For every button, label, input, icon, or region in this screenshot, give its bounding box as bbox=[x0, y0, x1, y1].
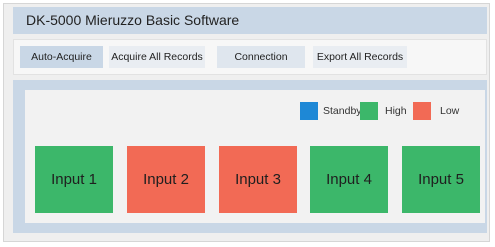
input-tile-2[interactable]: Input 2 bbox=[127, 146, 205, 213]
input-tile-1[interactable]: Input 1 bbox=[35, 146, 113, 213]
input-label: Input 1 bbox=[51, 171, 97, 188]
export-all-records-button[interactable]: Export All Records bbox=[313, 46, 407, 68]
input-tile-4[interactable]: Input 4 bbox=[310, 146, 388, 213]
auto-acquire-button[interactable]: Auto-Acquire bbox=[20, 46, 103, 68]
window-title: DK-5000 Mieruzzo Basic Software bbox=[26, 12, 240, 28]
input-label: Input 4 bbox=[326, 171, 372, 188]
input-label: Input 3 bbox=[235, 171, 281, 188]
input-label: Input 2 bbox=[143, 171, 189, 188]
legend: Standby High Low bbox=[25, 102, 485, 120]
input-label: Input 5 bbox=[418, 171, 464, 188]
input-tile-5[interactable]: Input 5 bbox=[402, 146, 480, 213]
legend-label-standby: Standby bbox=[323, 105, 362, 117]
toolbar: Auto-Acquire Acquire All Records Connect… bbox=[13, 39, 487, 75]
high-swatch bbox=[360, 102, 378, 120]
legend-label-high: High bbox=[385, 105, 407, 117]
legend-label-low: Low bbox=[440, 105, 460, 117]
input-tile-3[interactable]: Input 3 bbox=[219, 146, 297, 213]
low-swatch bbox=[413, 102, 431, 120]
connection-button[interactable]: Connection bbox=[217, 46, 305, 68]
acquire-all-records-button[interactable]: Acquire All Records bbox=[109, 46, 205, 68]
standby-swatch bbox=[300, 102, 318, 120]
input-status-panel: Standby High Low Input 1 Input 2 Input 3… bbox=[13, 80, 487, 233]
input-status-area: Standby High Low Input 1 Input 2 Input 3… bbox=[25, 90, 485, 223]
window-title-bar: DK-5000 Mieruzzo Basic Software bbox=[13, 7, 487, 34]
